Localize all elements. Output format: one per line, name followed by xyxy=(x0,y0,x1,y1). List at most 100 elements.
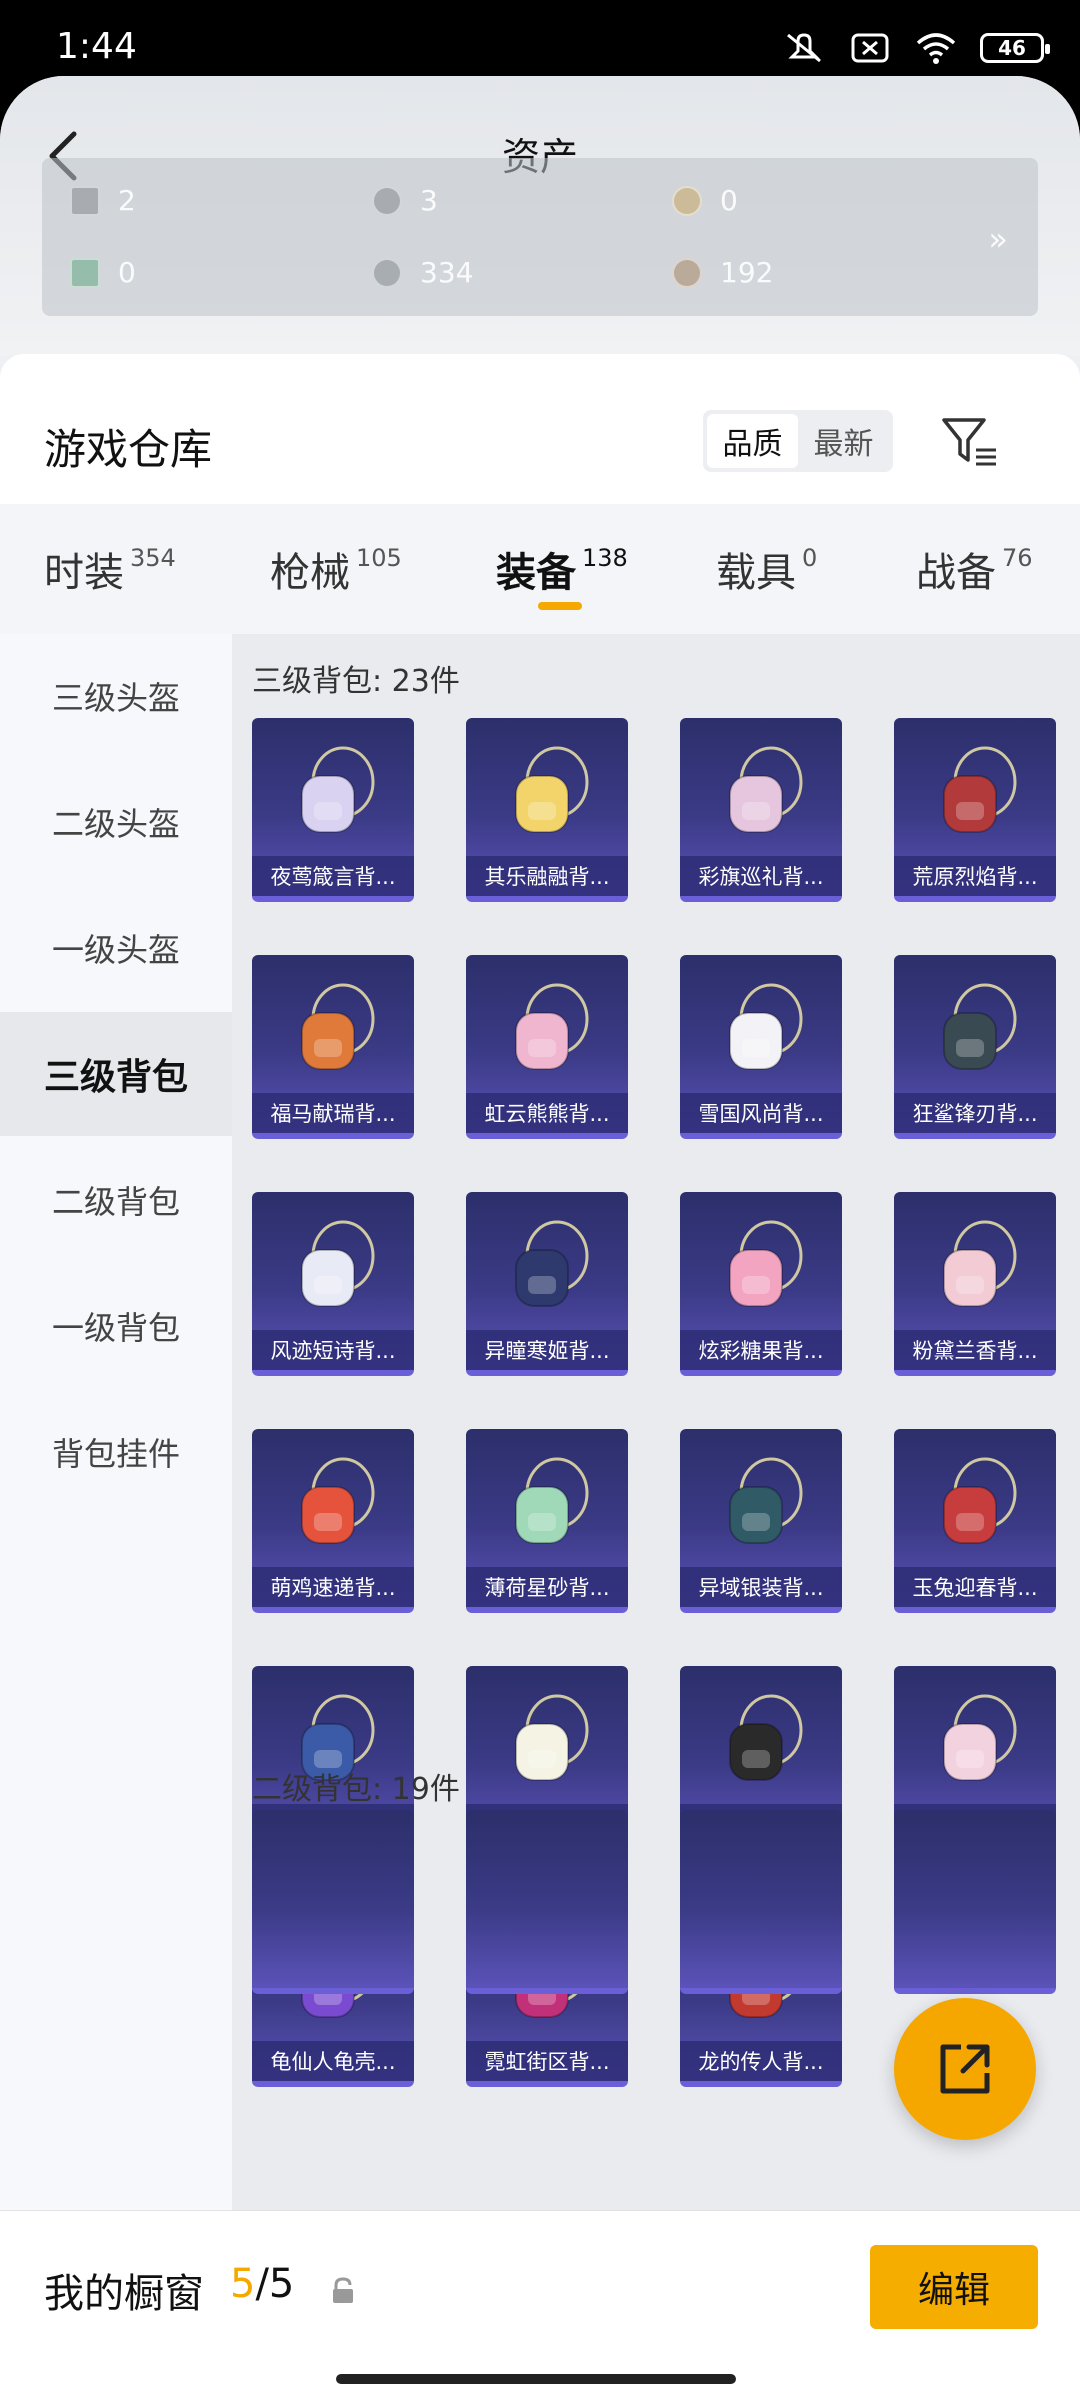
battery-icon: 46 xyxy=(980,33,1050,63)
sort-toggle: 品质 最新 xyxy=(703,410,893,472)
asset-item: 0 xyxy=(70,256,136,289)
category-tabs: 时装 354 枪械 105 装备 138 载具 0 战备 76 xyxy=(0,504,1080,634)
item-name: 粉黛兰香背... xyxy=(894,1330,1056,1370)
sidebar-item-backpack-charm[interactable]: 背包挂件 xyxy=(0,1390,232,1514)
showcase-label: 我的橱窗 xyxy=(44,2271,204,2317)
asset-item: 2 xyxy=(70,184,136,217)
sidebar-item-lv2-backpack[interactable]: 二级背包 xyxy=(0,1138,232,1262)
item-name: 薄荷星砂背... xyxy=(466,1567,628,1607)
item-card[interactable] xyxy=(680,1810,842,1994)
asset-value: 3 xyxy=(420,184,438,217)
section-title: 二级背包: 19件 xyxy=(252,1772,460,1807)
item-card[interactable]: 玉兔迎春背... xyxy=(894,1429,1056,1613)
tab-equipment[interactable]: 装备 138 xyxy=(496,540,628,598)
backpack-icon xyxy=(301,983,375,1070)
asset-value: 334 xyxy=(420,256,474,289)
item-card[interactable] xyxy=(252,1810,414,1994)
warehouse-title: 游戏仓库 xyxy=(44,425,213,474)
item-name: 龟仙人龟壳... xyxy=(252,2041,414,2081)
item-card[interactable] xyxy=(894,1810,1056,1994)
item-card[interactable]: 异瞳寒姬背... xyxy=(466,1192,628,1376)
double-chevron-right-icon[interactable]: » xyxy=(988,220,1008,258)
item-name: 夜莺箴言背... xyxy=(252,856,414,896)
item-card[interactable]: 虹云熊熊背... xyxy=(466,955,628,1139)
ticket-icon xyxy=(70,185,100,216)
edit-button[interactable]: 编辑 xyxy=(870,2245,1038,2329)
backpack-icon xyxy=(943,1220,1017,1307)
item-card[interactable]: 夜莺箴言背... xyxy=(252,718,414,902)
item-card[interactable]: 萌鸡速递背... xyxy=(252,1429,414,1613)
item-card[interactable]: 狂鲨锋刃背... xyxy=(894,955,1056,1139)
asset-value: 0 xyxy=(118,256,136,289)
item-name: 龙的传人背... xyxy=(680,2041,842,2081)
item-card[interactable]: 雪国风尚背... xyxy=(680,955,842,1139)
assets-header: 资产 2 3 0 0 334 192 » xyxy=(0,76,1080,356)
item-card[interactable]: 其乐融融背... xyxy=(466,718,628,902)
item-card[interactable]: 风迹短诗背... xyxy=(252,1192,414,1376)
sidebar-item-lv1-backpack[interactable]: 一级背包 xyxy=(0,1264,232,1388)
item-name: 雪国风尚背... xyxy=(680,1093,842,1133)
asset-value: 0 xyxy=(720,184,738,217)
item-card[interactable]: 粉黛兰香背... xyxy=(894,1192,1056,1376)
backpack-icon xyxy=(943,1457,1017,1544)
showcase-count: 5/5 xyxy=(230,2261,295,2307)
asset-summary[interactable]: 2 3 0 0 334 192 » xyxy=(42,158,1038,316)
sidebar-item-lv3-backpack[interactable]: 三级背包 xyxy=(0,1012,232,1136)
backpack-icon xyxy=(943,983,1017,1070)
backpack-icon xyxy=(515,746,589,833)
sidebar-item-lv2-helmet[interactable]: 二级头盔 xyxy=(0,760,232,884)
item-card[interactable]: 薄荷星砂背... xyxy=(466,1429,628,1613)
active-tab-indicator xyxy=(538,602,582,610)
sort-quality-option[interactable]: 品质 xyxy=(707,414,798,468)
backpack-icon xyxy=(301,746,375,833)
backpack-icon xyxy=(515,983,589,1070)
sort-newest-option[interactable]: 最新 xyxy=(798,414,889,468)
asset-item: 0 xyxy=(672,184,738,217)
item-card[interactable]: 福马献瑞背... xyxy=(252,955,414,1139)
backpack-icon xyxy=(515,1220,589,1307)
item-card[interactable]: 彩旗巡礼背... xyxy=(680,718,842,902)
item-name: 狂鲨锋刃背... xyxy=(894,1093,1056,1133)
tab-gear[interactable]: 战备 76 xyxy=(916,540,1033,598)
item-name: 彩旗巡礼背... xyxy=(680,856,842,896)
green-card-icon xyxy=(70,257,100,288)
backpack-icon xyxy=(943,746,1017,833)
silver-coin-icon xyxy=(372,185,402,216)
asset-item: 192 xyxy=(672,256,773,289)
item-name: 异域银装背... xyxy=(680,1567,842,1607)
tab-outfit[interactable]: 时装 354 xyxy=(44,540,176,598)
tab-weapons[interactable]: 枪械 105 xyxy=(270,540,402,598)
mute-icon xyxy=(782,30,826,66)
item-name: 风迹短诗背... xyxy=(252,1330,414,1370)
gray-coin-icon xyxy=(372,257,402,288)
item-card[interactable]: 炫彩糖果背... xyxy=(680,1192,842,1376)
item-card[interactable]: 异域银装背... xyxy=(680,1429,842,1613)
item-card[interactable]: 荒原烈焰背... xyxy=(894,718,1056,902)
item-card[interactable] xyxy=(466,1810,628,1994)
backpack-icon xyxy=(515,1457,589,1544)
item-name: 炫彩糖果背... xyxy=(680,1330,842,1370)
status-time: 1:44 xyxy=(56,26,137,67)
tab-vehicles[interactable]: 载具 0 xyxy=(716,540,817,598)
sidebar-item-lv3-helmet[interactable]: 三级头盔 xyxy=(0,634,232,758)
backpack-icon xyxy=(729,983,803,1070)
screen-record-icon xyxy=(848,30,892,66)
item-name: 其乐融融背... xyxy=(466,856,628,896)
backpack-icon xyxy=(729,1457,803,1544)
backpack-icon xyxy=(301,1457,375,1544)
backpack-icon xyxy=(943,1694,1017,1781)
external-link-icon xyxy=(940,2044,990,2094)
item-name: 福马献瑞背... xyxy=(252,1093,414,1133)
item-name: 玉兔迎春背... xyxy=(894,1567,1056,1607)
share-button[interactable] xyxy=(894,1998,1036,2140)
showcase-bar: 我的橱窗 5/5 编辑 xyxy=(0,2210,1080,2400)
bronze-coin-icon xyxy=(672,257,702,288)
asset-item: 334 xyxy=(372,256,473,289)
asset-item: 3 xyxy=(372,184,438,217)
filter-icon[interactable] xyxy=(940,414,1000,470)
section-title: 三级背包: 23件 xyxy=(252,664,460,699)
home-indicator[interactable] xyxy=(336,2374,736,2384)
lock-icon xyxy=(333,2277,353,2303)
sidebar-item-lv1-helmet[interactable]: 一级头盔 xyxy=(0,886,232,1010)
asset-value: 192 xyxy=(720,256,774,289)
